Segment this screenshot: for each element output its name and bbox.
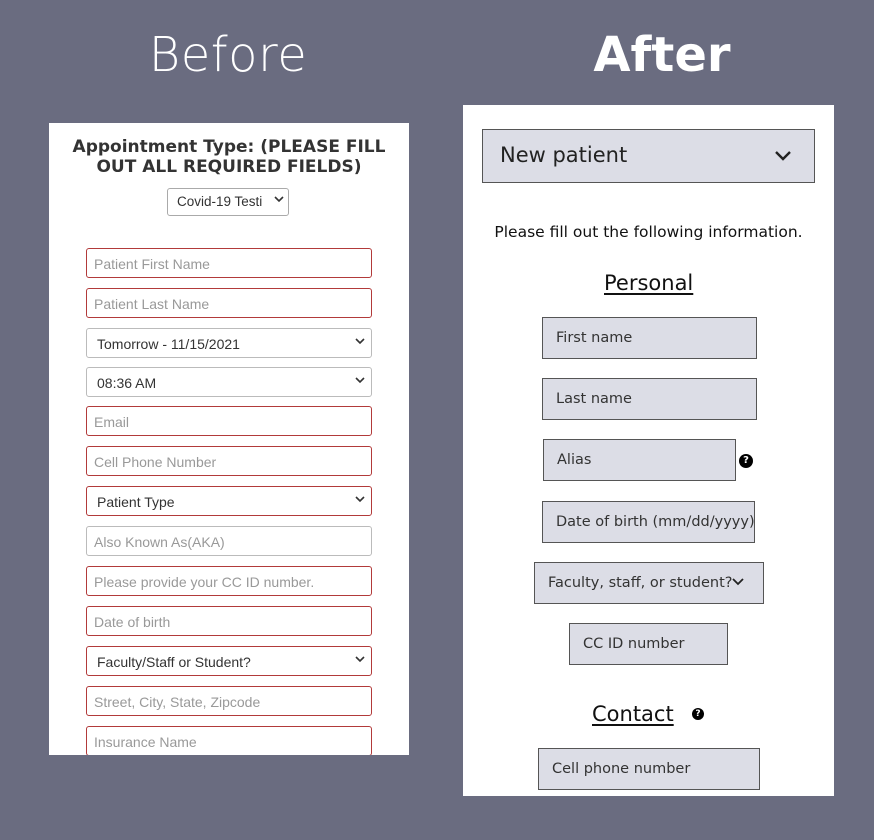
patient-first-name-input[interactable]: Patient First Name <box>86 248 372 278</box>
faculty-staff-student-select[interactable]: Faculty, staff, or student? <box>534 562 764 604</box>
before-heading: Before <box>148 27 308 83</box>
after-heading: After <box>593 27 731 83</box>
cell-phone-input[interactable]: Cell phone number <box>538 748 760 790</box>
appointment-type-title: Appointment Type: (PLEASE FILL OUT ALL R… <box>72 137 386 177</box>
appointment-type-select[interactable]: Covid-19 Testi <box>167 188 289 216</box>
patient-type-value: New patient <box>500 143 628 167</box>
last-name-input[interactable]: Last name <box>542 378 757 420</box>
chevron-down-icon <box>274 196 284 203</box>
patient-type-value: Patient Type <box>97 494 175 510</box>
patient-type-select[interactable]: Patient Type <box>86 486 372 516</box>
alias-input[interactable]: Alias <box>543 439 736 481</box>
appointment-date-value: Tomorrow - 11/15/2021 <box>97 336 240 352</box>
after-form-panel: New patient Please fill out the followin… <box>463 105 834 796</box>
help-icon[interactable]: ? <box>692 708 704 720</box>
email-input[interactable]: Email <box>86 406 372 436</box>
patient-last-name-input[interactable]: Patient Last Name <box>86 288 372 318</box>
appointment-time-select[interactable]: 08:36 AM <box>86 367 372 397</box>
form-instructions: Please fill out the following informatio… <box>494 223 803 241</box>
faculty-staff-student-value: Faculty, staff, or student? <box>548 575 733 591</box>
contact-section-heading: Contact <box>592 702 674 726</box>
appointment-time-value: 08:36 AM <box>97 375 157 391</box>
first-name-input[interactable]: First name <box>542 317 757 359</box>
date-of-birth-input[interactable]: Date of birth (mm/dd/yyyy) <box>542 501 755 543</box>
before-form-panel: Appointment Type: (PLEASE FILL OUT ALL R… <box>49 123 409 755</box>
personal-section-heading: Personal <box>604 271 694 295</box>
address-input[interactable]: Street, City, State, Zipcode <box>86 686 372 716</box>
date-of-birth-input[interactable]: Date of birth <box>86 606 372 636</box>
cc-id-input[interactable]: CC ID number <box>569 623 728 665</box>
appointment-type-value: Covid-19 Testi <box>177 194 263 209</box>
chevron-down-icon <box>732 578 744 586</box>
faculty-staff-student-value: Faculty/Staff or Student? <box>97 654 251 670</box>
faculty-staff-student-select[interactable]: Faculty/Staff or Student? <box>86 646 372 676</box>
chevron-down-icon <box>775 151 791 161</box>
appointment-date-select[interactable]: Tomorrow - 11/15/2021 <box>86 328 372 358</box>
aka-input[interactable]: Also Known As(AKA) <box>86 526 372 556</box>
cell-phone-input[interactable]: Cell Phone Number <box>86 446 372 476</box>
insurance-name-input[interactable]: Insurance Name <box>86 726 372 755</box>
patient-type-select[interactable]: New patient <box>482 129 815 183</box>
chevron-down-icon <box>355 496 365 503</box>
chevron-down-icon <box>355 377 365 384</box>
help-icon[interactable]: ? <box>739 454 753 468</box>
chevron-down-icon <box>355 338 365 345</box>
chevron-down-icon <box>355 656 365 663</box>
cc-id-input[interactable]: Please provide your CC ID number. <box>86 566 372 596</box>
